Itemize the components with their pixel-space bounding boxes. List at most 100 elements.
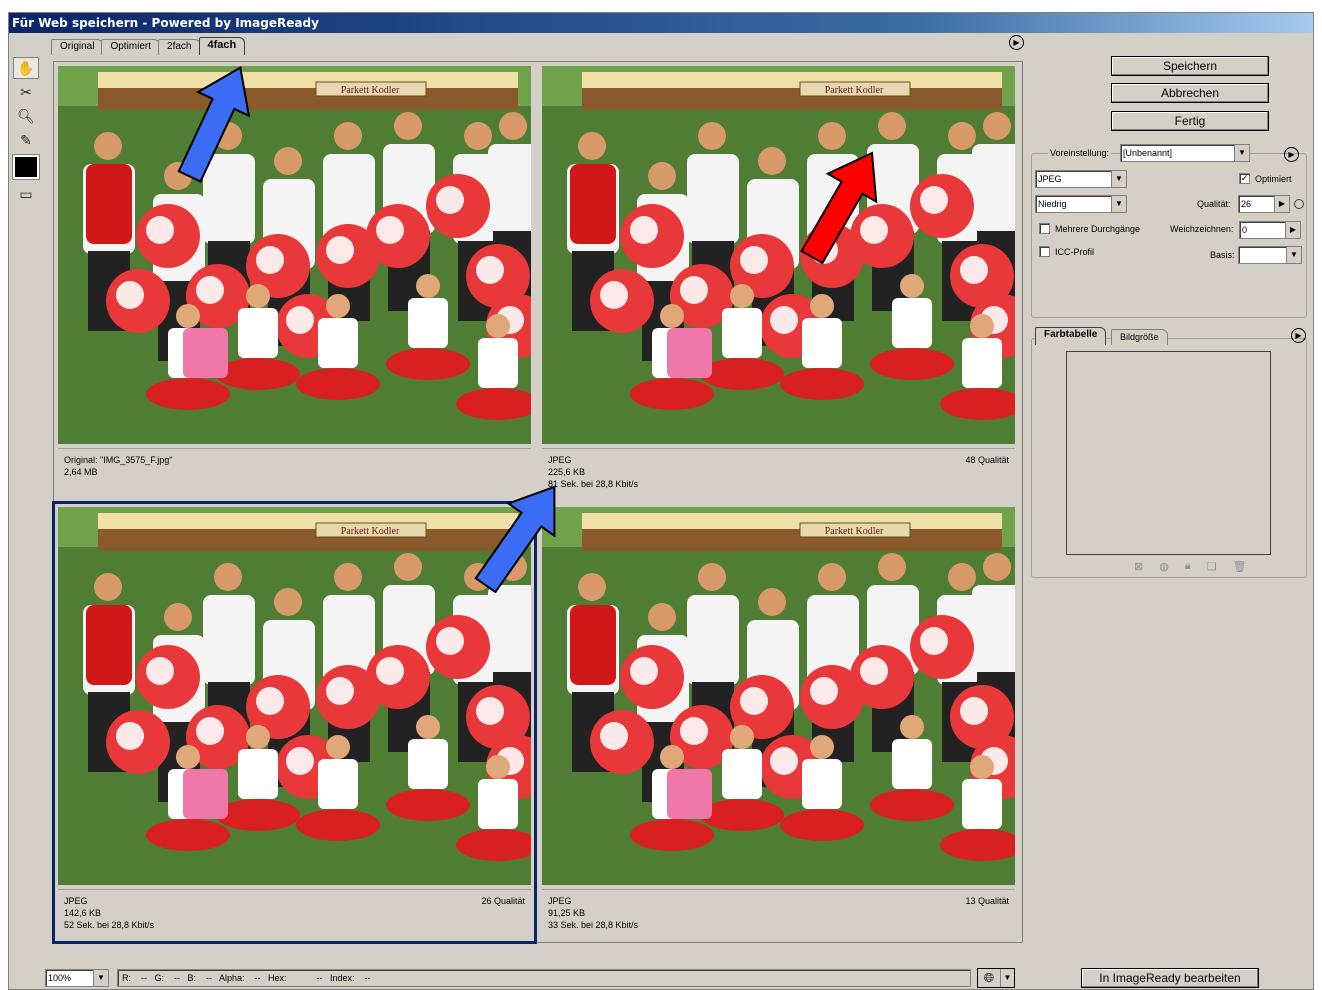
lock-color-icon[interactable]: 🔒︎ bbox=[1185, 560, 1191, 573]
red-shirt bbox=[570, 605, 616, 685]
pompom-highlight bbox=[196, 276, 224, 304]
format-select[interactable]: JPEG ▼ bbox=[1035, 170, 1127, 188]
pane-info-line3: 81 Sek. bei 28,8 Kbit/s bbox=[548, 479, 639, 489]
quality-preset-value: Niedrig bbox=[1038, 199, 1067, 209]
person-shirt bbox=[972, 585, 1015, 675]
pompom-highlight bbox=[286, 747, 314, 775]
chevron-down-icon: ▼ bbox=[93, 970, 108, 986]
pane-info-line2: 142,6 KB bbox=[64, 908, 102, 918]
preview-photo[interactable]: Parkett Kodler bbox=[542, 507, 1015, 885]
matte-select[interactable]: ▼ bbox=[1238, 246, 1302, 264]
preview-grid: Parkett Kodler Original: "IMG_3575_F.jpg… bbox=[52, 61, 1023, 944]
zoom-select[interactable]: 100% ▼ bbox=[45, 969, 109, 987]
edit-in-imageready-button[interactable]: In ImageReady bearbeiten bbox=[1081, 968, 1259, 988]
pompom-highlight bbox=[770, 306, 798, 334]
optimized-checkbox[interactable]: ✓ bbox=[1239, 173, 1250, 184]
chevron-down-icon[interactable]: ▼ bbox=[1000, 969, 1014, 987]
tab-original[interactable]: Original bbox=[51, 39, 104, 55]
pompom-highlight bbox=[770, 747, 798, 775]
blur-value: 0 bbox=[1242, 225, 1248, 235]
new-color-icon[interactable]: ❏ bbox=[1207, 560, 1217, 573]
zoom-tool-icon[interactable]: 🔍︎ bbox=[13, 105, 39, 127]
optimize-menu-button[interactable]: ▶ bbox=[1284, 147, 1299, 162]
kid-skirt bbox=[700, 799, 784, 831]
color-table-menu-button[interactable]: ▶ bbox=[1291, 328, 1306, 343]
person-shirt bbox=[203, 595, 255, 685]
person-head bbox=[164, 603, 192, 631]
kid-shirt bbox=[478, 338, 518, 388]
preview-menu-button[interactable]: ▶ bbox=[1009, 35, 1024, 50]
trash-icon[interactable]: 🗑︎ bbox=[1233, 560, 1247, 573]
preview-pane-4[interactable]: Parkett Kodler JPEG 91,25 KB 33 Sek. bei… bbox=[538, 503, 1019, 942]
preview-pane-3[interactable]: Parkett Kodler JPEG 142,6 KB 52 Sek. bei… bbox=[52, 501, 537, 944]
kid-shirt bbox=[318, 759, 358, 809]
pink-shirt bbox=[667, 769, 712, 819]
kid-shirt bbox=[802, 759, 842, 809]
chevron-down-icon: ▼ bbox=[1234, 145, 1249, 161]
done-button[interactable]: Fertig bbox=[1111, 111, 1269, 131]
web-shift-icon[interactable]: ◍ bbox=[1159, 560, 1169, 573]
blur-input[interactable]: 0 ▶ bbox=[1239, 221, 1301, 239]
icc-profile-checkbox[interactable] bbox=[1039, 246, 1050, 257]
preset-value: [Unbenannt] bbox=[1123, 148, 1173, 158]
person-head bbox=[164, 162, 192, 190]
preset-select[interactable]: [Unbenannt] ▼ bbox=[1120, 144, 1250, 162]
tab-color-table[interactable]: Farbtabelle bbox=[1035, 327, 1107, 345]
toolbox: ✋ ✂ 🔍︎ ✎ ▭ bbox=[12, 57, 43, 207]
kid-shirt bbox=[408, 739, 448, 789]
pane-info: JPEG 142,6 KB 52 Sek. bei 28,8 Kbit/s 26… bbox=[58, 889, 531, 939]
quality-preset-select[interactable]: Niedrig ▼ bbox=[1035, 195, 1127, 213]
save-button[interactable]: Speichern bbox=[1111, 56, 1269, 76]
preview-pane-2[interactable]: Parkett Kodler JPEG 225,6 KB 81 Sek. bei… bbox=[538, 62, 1019, 501]
tab-2up[interactable]: 2fach bbox=[158, 39, 201, 55]
quality-input[interactable]: 26 ▶ bbox=[1238, 195, 1290, 213]
pompom-highlight bbox=[810, 677, 838, 705]
pane-info-line1: JPEG bbox=[548, 455, 572, 465]
tab-optimized[interactable]: Optimiert bbox=[101, 39, 161, 55]
preview-in-browser-button[interactable]: 🌐︎ ▼ bbox=[977, 968, 1015, 988]
person-head bbox=[878, 112, 906, 140]
cancel-button[interactable]: Abbrechen bbox=[1111, 83, 1269, 103]
tab-image-size[interactable]: Bildgröße bbox=[1111, 329, 1168, 345]
preview-pane-original[interactable]: Parkett Kodler Original: "IMG_3575_F.jpg… bbox=[54, 62, 535, 501]
kid-skirt bbox=[870, 348, 954, 380]
person-head bbox=[394, 112, 422, 140]
person-head bbox=[94, 573, 122, 601]
pompom-highlight bbox=[920, 186, 948, 214]
view-tabs: Original Optimiert 2fach 4fach bbox=[51, 37, 246, 55]
color-table-area bbox=[1066, 351, 1271, 555]
pompom-highlight bbox=[146, 657, 174, 685]
person-head bbox=[214, 563, 242, 591]
map-transparent-icon[interactable]: ⊠ bbox=[1134, 560, 1143, 573]
toggle-slices-icon[interactable]: ▭ bbox=[13, 183, 39, 205]
kid-skirt bbox=[386, 348, 470, 380]
tab-4up[interactable]: 4fach bbox=[198, 37, 246, 55]
quality-mask-icon[interactable] bbox=[1294, 199, 1304, 209]
kid-skirt bbox=[700, 358, 784, 390]
globe-icon: 🌐︎ bbox=[983, 970, 995, 985]
pompom-highlight bbox=[326, 236, 354, 264]
pompom-highlight bbox=[960, 256, 988, 284]
kid-head bbox=[176, 304, 200, 328]
kid-skirt bbox=[146, 378, 230, 410]
eyedropper-color-swatch[interactable] bbox=[12, 154, 40, 180]
pompom-highlight bbox=[116, 281, 144, 309]
slice-select-tool-icon[interactable]: ✂ bbox=[13, 81, 39, 103]
blur-label: Weichzeichnen: bbox=[1170, 224, 1234, 234]
pompom-highlight bbox=[600, 722, 628, 750]
progressive-checkbox[interactable] bbox=[1039, 223, 1050, 234]
kid-head bbox=[326, 294, 350, 318]
person-head bbox=[698, 563, 726, 591]
pompom-highlight bbox=[476, 697, 504, 725]
pane-quality: 48 Qualität bbox=[965, 455, 1009, 465]
preview-photo[interactable]: Parkett Kodler bbox=[58, 507, 531, 885]
pompom-highlight bbox=[740, 687, 768, 715]
preview-photo[interactable]: Parkett Kodler bbox=[58, 66, 531, 444]
kid-shirt bbox=[238, 749, 278, 799]
eyedropper-tool-icon[interactable]: ✎ bbox=[13, 129, 39, 151]
person-head bbox=[334, 122, 362, 150]
preview-photo[interactable]: Parkett Kodler bbox=[542, 66, 1015, 444]
banner-text: Parkett Kodler bbox=[825, 85, 884, 96]
person-head bbox=[758, 588, 786, 616]
hand-tool-icon[interactable]: ✋ bbox=[13, 57, 39, 79]
